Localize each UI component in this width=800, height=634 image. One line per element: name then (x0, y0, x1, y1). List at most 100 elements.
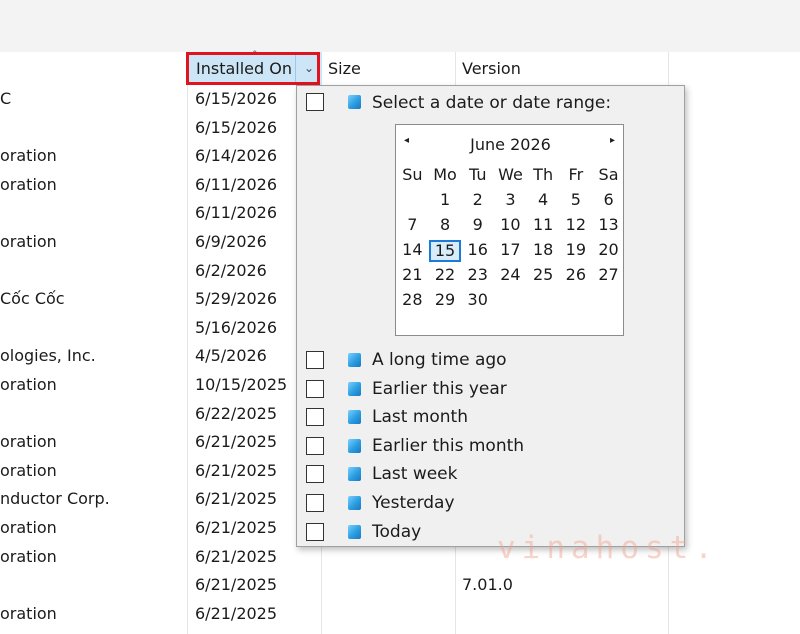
publisher-cell: oration (0, 232, 57, 251)
watermark-logo: vinahost. (497, 530, 719, 566)
calendar-day[interactable]: 21 (396, 265, 429, 285)
calendar-day[interactable]: 13 (592, 215, 625, 235)
installed-date-cell: 6/9/2026 (195, 232, 267, 251)
date-option-checkbox[interactable] (306, 351, 324, 369)
calendar-day[interactable]: 2 (461, 190, 494, 210)
weekday-header: Fr (568, 165, 584, 184)
date-group-icon (348, 95, 361, 109)
calendar-day[interactable]: 23 (461, 265, 494, 285)
toolbar-area (0, 0, 800, 52)
date-option-label[interactable]: Yesterday (372, 493, 455, 513)
calendar-day[interactable]: 18 (527, 240, 560, 260)
publisher-cell: Cốc Cốc (0, 289, 65, 309)
size-column-header[interactable]: Size (328, 52, 361, 85)
date-option-checkbox[interactable] (306, 494, 324, 512)
calendar-day[interactable]: 14 (396, 240, 429, 260)
installed-date-cell: 6/21/2025 (195, 432, 278, 452)
installed-date-cell: 6/21/2025 (195, 489, 278, 509)
calendar-day[interactable]: 9 (461, 215, 494, 235)
weekday-header: Th (533, 165, 554, 184)
installed-date-cell: 6/15/2026 (195, 117, 278, 137)
calendar-day[interactable]: 19 (560, 240, 593, 260)
installed-date-cell: 6/11/2026 (195, 174, 278, 194)
calendar-day[interactable]: 27 (592, 265, 625, 285)
installed-date-cell: 6/21/2025 (195, 460, 278, 480)
calendar-day[interactable]: 28 (396, 290, 429, 310)
calendar-day[interactable]: 3 (494, 190, 527, 210)
date-option-label[interactable]: A long time ago (372, 350, 507, 370)
filter-dropdown-button[interactable]: ⌄ (295, 52, 322, 85)
calendar-day[interactable]: 8 (429, 215, 462, 235)
date-option-checkbox[interactable] (306, 436, 324, 455)
installed-on-header-label: Installed On (196, 59, 292, 78)
publisher-cell: oration (0, 460, 57, 480)
calendar-day-today[interactable]: 15 (428, 240, 462, 262)
calendar-day[interactable]: 12 (560, 215, 593, 235)
date-option-label[interactable]: Last month (372, 407, 468, 427)
next-month-icon[interactable]: ▸ (610, 135, 615, 146)
calendar-day[interactable]: 10 (494, 215, 527, 235)
installed-date-cell: 5/29/2026 (195, 289, 278, 309)
calendar-day[interactable]: 5 (560, 190, 593, 210)
installed-date-cell: 6/21/2025 (195, 603, 278, 623)
calendar-day[interactable]: 16 (461, 240, 494, 260)
date-option-label[interactable]: Last week (372, 464, 457, 484)
date-option-checkbox[interactable] (306, 408, 324, 427)
date-range-checkbox[interactable] (306, 93, 324, 111)
installed-date-cell: 6/15/2026 (195, 89, 278, 108)
calendar-day[interactable]: 6 (592, 190, 625, 210)
date-group-icon (348, 496, 361, 510)
date-option-checkbox[interactable] (306, 522, 324, 541)
calendar-day[interactable]: 11 (527, 215, 560, 235)
publisher-cell: nductor Corp. (0, 489, 110, 509)
table-row[interactable]: 6/21/2025 7.01.0 (0, 571, 800, 600)
weekday-header: Sa (598, 165, 619, 184)
date-group-icon (348, 410, 361, 425)
publisher-cell: oration (0, 174, 57, 194)
date-option-checkbox[interactable] (306, 379, 324, 398)
calendar-day[interactable]: 25 (527, 265, 560, 285)
table-row[interactable]: oration 6/21/2025 (0, 600, 800, 629)
date-group-icon (348, 467, 361, 482)
calendar-day[interactable]: 20 (592, 240, 625, 260)
date-group-icon (348, 381, 361, 396)
publisher-cell: oration (0, 432, 57, 452)
date-range-label: Select a date or date range: (372, 93, 612, 113)
calendar-day[interactable]: 26 (560, 265, 593, 285)
date-group-icon (348, 438, 361, 453)
installed-date-cell: 6/21/2025 (195, 575, 278, 595)
date-option-checkbox[interactable] (306, 465, 324, 484)
date-option-label[interactable]: Today (372, 522, 421, 542)
calendar-day[interactable]: 30 (461, 290, 494, 310)
installed-date-cell: 6/22/2025 (195, 403, 278, 423)
publisher-cell: ologies, Inc. (0, 346, 96, 366)
date-group-icon (348, 353, 361, 367)
version-column-header[interactable]: Version (462, 52, 521, 85)
calendar-day[interactable]: 7 (396, 215, 429, 235)
weekday-header: Mo (433, 165, 457, 184)
installed-date-cell: 5/16/2026 (195, 317, 278, 337)
calendar-month-title[interactable]: June 2026 (396, 135, 625, 154)
publisher-cell: oration (0, 518, 57, 537)
weekday-header: Su (402, 165, 423, 184)
chevron-down-icon: ⌄ (303, 61, 315, 75)
calendar-day[interactable]: 1 (429, 190, 462, 210)
calendar-day[interactable]: 24 (494, 265, 527, 285)
publisher-cell: oration (0, 146, 57, 166)
calendar-day[interactable]: 4 (527, 190, 560, 210)
date-group-icon (348, 524, 361, 539)
calendar-day[interactable]: 29 (429, 290, 462, 310)
date-filter-popup: Select a date or date range: ◂ June 2026… (296, 85, 685, 547)
publisher-cell: oration (0, 375, 57, 394)
installed-date-cell: 10/15/2025 (195, 375, 288, 394)
weekday-header: We (498, 165, 523, 184)
installed-date-cell: 6/21/2025 (195, 546, 278, 566)
installed-date-cell: 6/11/2026 (195, 203, 278, 223)
date-option-label[interactable]: Earlier this month (372, 436, 524, 456)
calendar-day[interactable]: 17 (494, 240, 527, 260)
installed-date-cell: 6/2/2026 (195, 260, 267, 280)
sort-ascending-icon: ^ (251, 50, 259, 60)
weekday-header: Tu (468, 165, 487, 184)
calendar-day[interactable]: 22 (429, 265, 462, 285)
date-option-label[interactable]: Earlier this year (372, 379, 507, 399)
